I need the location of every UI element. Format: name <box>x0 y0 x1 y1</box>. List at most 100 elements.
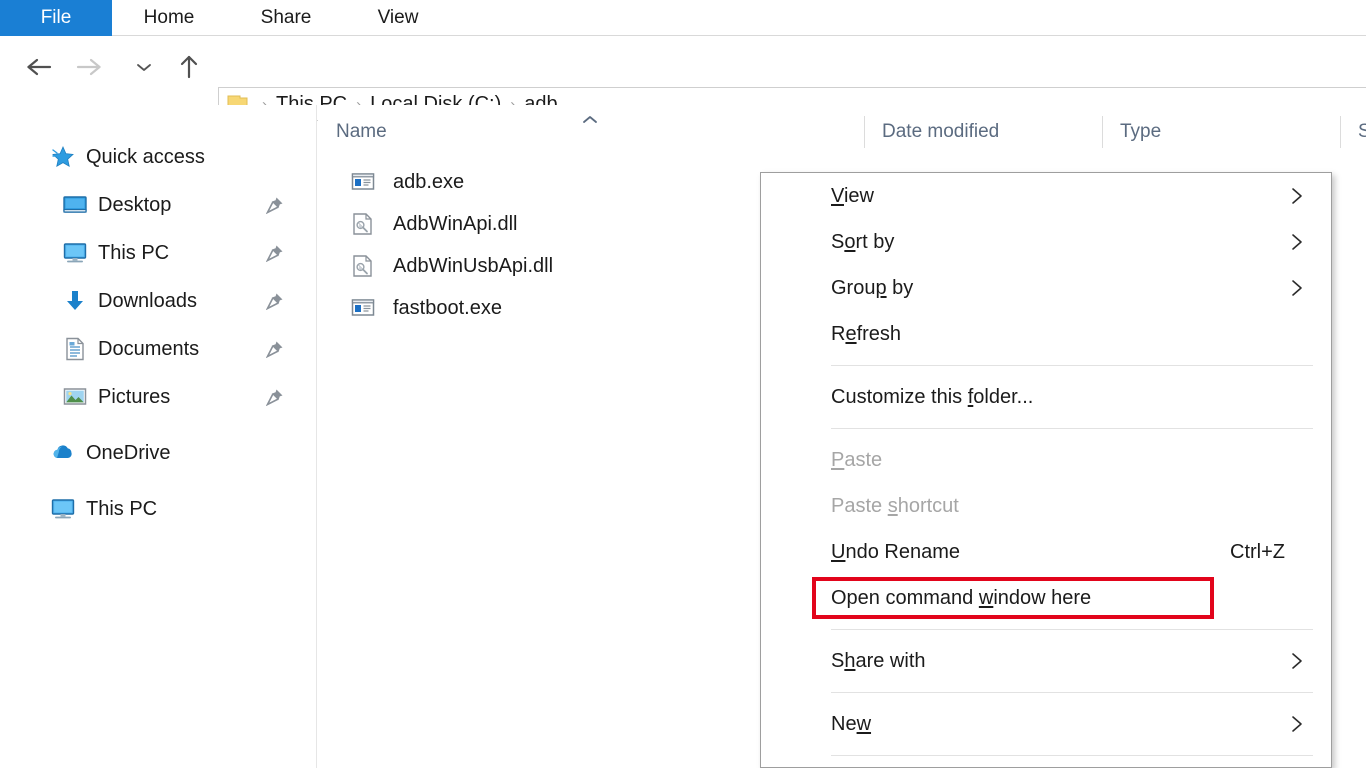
column-header-date-modified-label: Date modified <box>882 121 1000 142</box>
tab-home[interactable]: Home <box>120 0 218 36</box>
column-header-name-label: Name <box>336 121 387 142</box>
chevron-right-icon <box>1289 278 1305 298</box>
tab-share-label: Share <box>260 7 312 28</box>
column-header-type[interactable]: Type <box>1102 105 1340 159</box>
context-menu-item-label: Share with <box>831 649 926 672</box>
tab-file-label: File <box>40 7 72 28</box>
context-menu-item-share-with[interactable]: Share with <box>761 638 1331 684</box>
pin-icon[interactable] <box>265 388 284 407</box>
sidebar-item-desktop[interactable]: Desktop <box>0 181 316 229</box>
context-menu-item-sort-by[interactable]: Sort by <box>761 219 1331 265</box>
picture-icon <box>62 384 88 410</box>
application-exe-icon <box>350 169 376 195</box>
sidebar-item-downloads[interactable]: Downloads <box>0 277 316 325</box>
context-menu-item-label: Paste shortcut <box>831 494 959 517</box>
context-menu-item-refresh[interactable]: Refresh <box>761 311 1331 357</box>
sidebar-item-label: This PC <box>98 241 170 264</box>
file-name-label: adb.exe <box>393 170 465 193</box>
address-toolbar: › This PC › Local Disk (C:) › adb <box>0 37 1366 121</box>
context-menu-item-undo-rename[interactable]: Undo Rename Ctrl+Z <box>761 529 1331 575</box>
column-header-row: Name Date modified Type S <box>318 105 1366 159</box>
context-menu-item-label: Undo Rename <box>831 540 960 563</box>
download-arrow-icon <box>62 288 88 314</box>
up-arrow-icon[interactable] <box>170 48 208 86</box>
pin-icon[interactable] <box>265 244 284 263</box>
pin-icon[interactable] <box>265 340 284 359</box>
navigation-pane: Quick access Desktop This PC Downloads D… <box>0 105 317 768</box>
context-menu-item-view[interactable]: View <box>761 173 1331 219</box>
context-menu-highlight-row: Open command window here <box>761 575 1331 621</box>
context-menu-separator <box>831 692 1313 693</box>
sidebar-item-label: Downloads <box>98 289 197 312</box>
star-favorites-icon <box>50 144 76 170</box>
context-menu-item-new[interactable]: New <box>761 701 1331 747</box>
context-menu-item-label: Group by <box>831 276 914 299</box>
context-menu-item-label: Open command window here <box>831 586 1092 609</box>
sidebar-item-label: OneDrive <box>86 441 171 464</box>
context-menu-item-label: New <box>831 712 872 735</box>
context-menu-item-shortcut: Ctrl+Z <box>1230 540 1285 563</box>
document-icon <box>62 336 88 362</box>
column-header-date-modified[interactable]: Date modified <box>864 105 1102 159</box>
sidebar-item-label: Quick access <box>86 145 205 168</box>
context-menu-item-label: Paste <box>831 448 883 471</box>
sidebar-item-label: Documents <box>98 337 200 360</box>
sidebar-item-label: Pictures <box>98 385 171 408</box>
chevron-right-icon <box>1289 714 1305 734</box>
context-menu-separator <box>831 629 1313 630</box>
tab-home-label: Home <box>143 7 195 28</box>
dll-file-icon <box>350 253 376 279</box>
sidebar-item-quick-access[interactable]: Quick access <box>0 133 316 181</box>
context-menu-item-label: Sort by <box>831 230 895 253</box>
context-menu-separator <box>831 365 1313 366</box>
context-menu-item-label: View <box>831 184 874 207</box>
application-exe-icon <box>350 295 376 321</box>
column-header-type-label: Type <box>1120 121 1162 142</box>
context-menu-item-label: Refresh <box>831 322 902 345</box>
chevron-right-icon <box>1289 651 1305 671</box>
file-explorer-window: File Home Share View › This PC › Local D… <box>0 0 1366 768</box>
context-menu-item-paste: Paste <box>761 437 1331 483</box>
chevron-right-icon <box>1289 232 1305 252</box>
sidebar-item-documents[interactable]: Documents <box>0 325 316 373</box>
sidebar-item-onedrive[interactable]: OneDrive <box>0 429 316 477</box>
tab-view-label: View <box>377 7 419 28</box>
context-menu-item-paste-shortcut: Paste shortcut <box>761 483 1331 529</box>
chevron-down-icon[interactable] <box>128 51 160 83</box>
sort-ascending-icon <box>580 111 600 125</box>
sidebar-item-label: Desktop <box>98 193 172 216</box>
pin-icon[interactable] <box>265 292 284 311</box>
cloud-icon <box>50 440 76 466</box>
context-menu-item-group-by[interactable]: Group by <box>761 265 1331 311</box>
column-header-name[interactable]: Name <box>318 105 864 159</box>
sidebar-item-pictures[interactable]: Pictures <box>0 373 316 421</box>
pin-icon[interactable] <box>265 196 284 215</box>
monitor-icon <box>50 496 76 522</box>
file-name-label: AdbWinUsbApi.dll <box>393 254 554 277</box>
context-menu: View Sort by Group by Refresh Customize … <box>760 172 1332 768</box>
monitor-icon <box>62 240 88 266</box>
file-name-label: fastboot.exe <box>393 296 502 319</box>
chevron-right-icon <box>1289 186 1305 206</box>
context-menu-item-customize-this-folder[interactable]: Customize this folder... <box>761 374 1331 420</box>
tab-view[interactable]: View <box>352 0 444 36</box>
column-header-size-label: S <box>1358 121 1366 142</box>
back-arrow-icon[interactable] <box>20 48 58 86</box>
file-name-label: AdbWinApi.dll <box>393 212 518 235</box>
dll-file-icon <box>350 211 376 237</box>
sidebar-item-label: This PC <box>86 497 158 520</box>
column-header-size[interactable]: S <box>1340 105 1366 159</box>
context-menu-separator <box>831 755 1313 756</box>
forward-arrow-icon <box>70 48 108 86</box>
sidebar-item-this-pc-quick[interactable]: This PC <box>0 229 316 277</box>
tab-share[interactable]: Share <box>236 0 336 36</box>
ribbon-tab-bar: File Home Share View <box>0 0 1366 36</box>
context-menu-separator <box>831 428 1313 429</box>
context-menu-item-open-command-window-here[interactable]: Open command window here <box>812 577 1214 619</box>
tab-file[interactable]: File <box>0 0 112 36</box>
context-menu-item-label: Customize this folder... <box>831 385 1034 408</box>
desktop-icon <box>62 192 88 218</box>
sidebar-item-this-pc[interactable]: This PC <box>0 485 316 533</box>
